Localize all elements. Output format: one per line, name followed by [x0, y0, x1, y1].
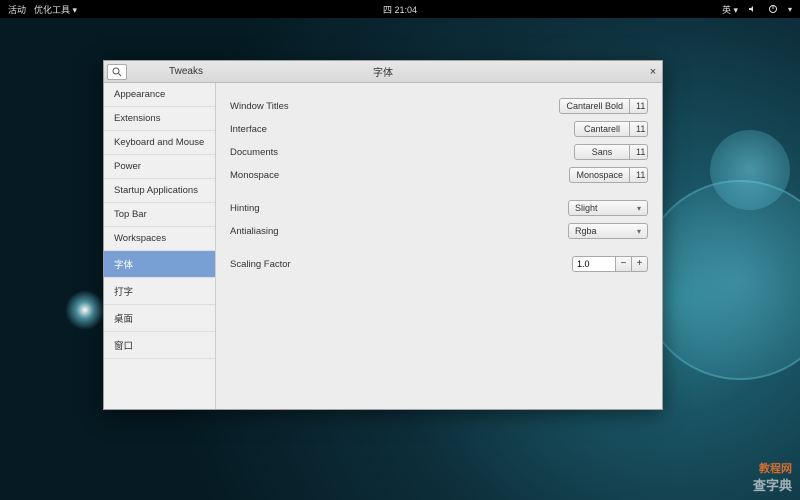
- power-icon[interactable]: [768, 4, 778, 14]
- sidebar-item-2[interactable]: Keyboard and Mouse: [104, 131, 215, 155]
- font-picker-0[interactable]: Cantarell Bold11: [559, 98, 648, 114]
- hinting-label: Hinting: [230, 203, 568, 214]
- sidebar-item-6[interactable]: Workspaces: [104, 227, 215, 251]
- font-row-label-0: Window Titles: [230, 101, 559, 112]
- sidebar-item-7[interactable]: 字体: [104, 251, 215, 278]
- antialiasing-label: Antialiasing: [230, 226, 568, 237]
- sidebar: AppearanceExtensionsKeyboard and MousePo…: [104, 83, 216, 409]
- search-button[interactable]: [107, 64, 127, 80]
- sidebar-item-4[interactable]: Startup Applications: [104, 179, 215, 203]
- activities-button[interactable]: 活动: [8, 3, 26, 16]
- titlebar: Tweaks 字体 ×: [104, 61, 662, 83]
- app-name-label: Tweaks: [130, 66, 242, 77]
- scaling-spinner[interactable]: − +: [572, 256, 648, 272]
- sidebar-item-8[interactable]: 打字: [104, 278, 215, 305]
- scaling-input[interactable]: [572, 256, 616, 272]
- scaling-decrement[interactable]: −: [616, 256, 632, 272]
- scaling-increment[interactable]: +: [632, 256, 648, 272]
- sidebar-item-0[interactable]: Appearance: [104, 83, 215, 107]
- font-row-label-1: Interface: [230, 124, 574, 135]
- page-title: 字体: [373, 64, 393, 79]
- volume-icon[interactable]: [748, 4, 758, 14]
- watermark-site: 查字典: [753, 475, 792, 494]
- gnome-topbar: 活动 优化工具 ▾ 四 21:04 英 ▾ ▾: [0, 0, 800, 18]
- font-picker-1[interactable]: Cantarell11: [574, 121, 648, 137]
- hinting-combo[interactable]: Slight: [568, 200, 648, 216]
- search-icon: [112, 67, 122, 77]
- clock[interactable]: 四 21:04: [383, 3, 417, 16]
- sidebar-item-10[interactable]: 窗口: [104, 332, 215, 359]
- close-button[interactable]: ×: [644, 66, 662, 78]
- antialiasing-combo[interactable]: Rgba: [568, 223, 648, 239]
- scaling-label: Scaling Factor: [230, 259, 572, 270]
- watermark-brand: 教程网: [759, 460, 792, 476]
- font-picker-2[interactable]: Sans11: [574, 144, 648, 160]
- font-picker-3[interactable]: Monospace11: [569, 167, 648, 183]
- app-menu[interactable]: 优化工具 ▾: [34, 3, 77, 16]
- tweaks-window: Tweaks 字体 × AppearanceExtensionsKeyboard…: [103, 60, 663, 410]
- font-row-label-3: Monospace: [230, 170, 569, 181]
- sidebar-item-1[interactable]: Extensions: [104, 107, 215, 131]
- font-row-label-2: Documents: [230, 147, 574, 158]
- input-method-indicator[interactable]: 英 ▾: [722, 3, 738, 16]
- sidebar-item-5[interactable]: Top Bar: [104, 203, 215, 227]
- system-menu-chevron-icon[interactable]: ▾: [788, 5, 792, 14]
- sidebar-item-9[interactable]: 桌面: [104, 305, 215, 332]
- sidebar-item-3[interactable]: Power: [104, 155, 215, 179]
- content-pane: Window TitlesCantarell Bold11 InterfaceCa…: [216, 83, 662, 409]
